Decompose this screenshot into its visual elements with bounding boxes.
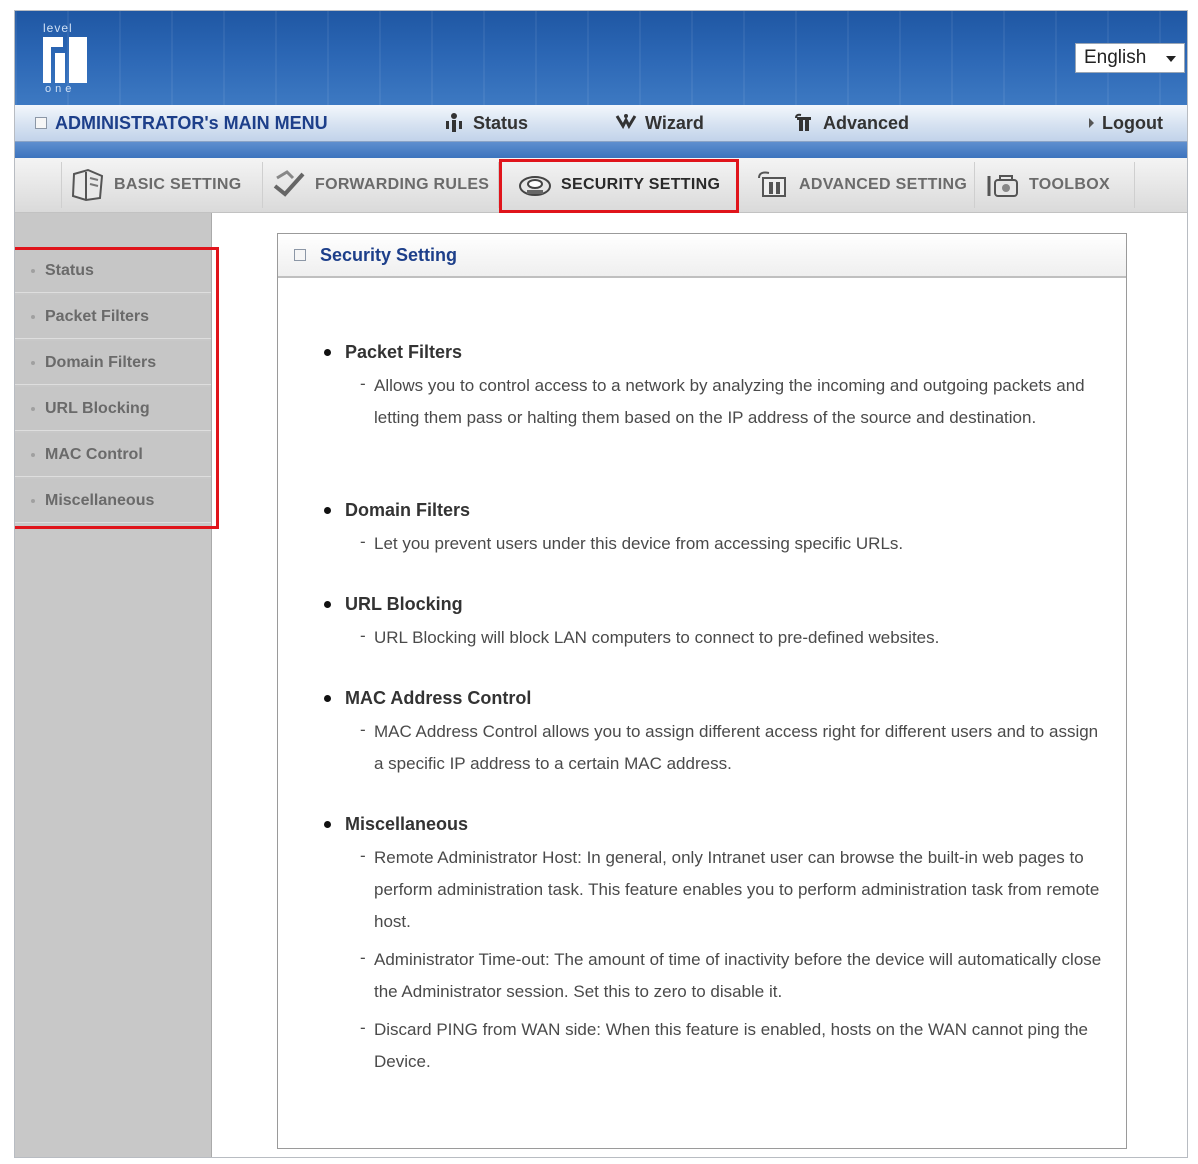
sidebar-item-label: URL Blocking (45, 399, 150, 417)
section-title: Miscellaneous (324, 810, 1104, 838)
section-description: Allows you to control access to a networ… (360, 368, 1104, 434)
tab-forwarding-rules[interactable]: FORWARDING RULES (263, 162, 499, 208)
sidebar-item-label: MAC Control (45, 445, 143, 463)
tab-advanced-setting-label: ADVANCED SETTING (799, 176, 968, 193)
sidebar-item-label: Miscellaneous (45, 491, 155, 509)
sidebar-item-domain-filters[interactable]: Domain Filters (15, 341, 211, 385)
panel-title: Security Setting (320, 244, 458, 265)
bullet-icon (324, 820, 331, 828)
sidebar-item-miscellaneous[interactable]: Miscellaneous (15, 479, 211, 523)
bullet-icon (31, 314, 35, 319)
settings-tab-bar: BASIC SETTING FORWARDING RULES SECURITY … (15, 158, 1187, 213)
bullet-icon (324, 694, 331, 702)
panel-header: Security Setting (278, 234, 1126, 278)
sidebar-item-label: Packet Filters (45, 307, 150, 325)
sidebar-item-packet-filters[interactable]: Packet Filters (15, 295, 211, 339)
menu-item-status-label: Status (473, 112, 529, 133)
logout-link[interactable]: Logout (1089, 105, 1163, 141)
section-description: Remote Administrator Host: In general, o… (360, 840, 1104, 938)
sidebar-item-url-blocking[interactable]: URL Blocking (15, 387, 211, 431)
security-icon (519, 176, 551, 196)
sidebar: Status Packet Filters Domain Filters URL… (15, 213, 212, 1157)
security-setting-panel: Security Setting Packet Filters Allows y… (277, 233, 1127, 1149)
tab-forwarding-rules-label: FORWARDING RULES (315, 176, 490, 193)
tab-toolbox[interactable]: TOOLBOX (977, 162, 1135, 208)
bullet-icon (31, 360, 35, 365)
notebook-icon (71, 168, 104, 202)
bullet-icon (31, 406, 35, 411)
router-admin-window: level one English ADMINISTRATOR's MAIN M… (14, 10, 1188, 1158)
advanced-setting-icon (758, 171, 786, 197)
forward-icon (273, 170, 305, 197)
bullet-icon (31, 452, 35, 457)
advanced-icon (795, 113, 811, 131)
toolbox-icon (987, 175, 1018, 197)
section-title-label: Packet Filters (345, 341, 463, 362)
menu-item-advanced[interactable]: Advanced (793, 105, 909, 141)
tab-security-setting[interactable]: SECURITY SETTING (509, 162, 737, 208)
main-menu-title: ADMINISTRATOR's MAIN MENU (35, 105, 328, 141)
section-title-label: MAC Address Control (345, 687, 532, 708)
menu-item-wizard-label: Wizard (645, 112, 704, 133)
tab-advanced-setting[interactable]: ADVANCED SETTING (747, 162, 975, 208)
logo-mark-icon (43, 37, 87, 83)
section-packet-filters: Packet Filters Allows you to control acc… (324, 338, 1104, 434)
chevron-down-icon (1166, 56, 1176, 62)
menu-square-icon (35, 117, 47, 129)
section-description: MAC Address Control allows you to assign… (360, 714, 1104, 780)
section-miscellaneous: Miscellaneous Remote Administrator Host:… (324, 810, 1104, 1078)
section-title: Domain Filters (324, 496, 1104, 524)
section-description: Discard PING from WAN side: When this fe… (360, 1012, 1104, 1078)
sidebar-item-label: Status (45, 261, 94, 279)
sidebar-item-label: Domain Filters (45, 353, 157, 371)
sidebar-item-status[interactable]: Status (15, 249, 211, 293)
tab-security-setting-label: SECURITY SETTING (561, 176, 721, 193)
bullet-icon (31, 268, 35, 273)
main-menu-title-label: ADMINISTRATOR's MAIN MENU (55, 112, 328, 133)
section-title-label: Domain Filters (345, 499, 471, 520)
menu-divider-strip (15, 142, 1187, 158)
language-select[interactable]: English (1075, 43, 1185, 73)
main-menu-bar: ADMINISTRATOR's MAIN MENU Status Wizard (15, 105, 1187, 142)
status-icon (446, 113, 462, 132)
logout-label: Logout (1102, 112, 1163, 133)
section-description: URL Blocking will block LAN computers to… (360, 620, 1104, 654)
bullet-icon (324, 600, 331, 608)
menu-item-wizard[interactable]: Wizard (615, 105, 704, 141)
panel-square-icon (294, 249, 306, 261)
section-description: Administrator Time-out: The amount of ti… (360, 942, 1104, 1008)
wizard-icon (615, 114, 637, 130)
logo-word-bottom: one (45, 83, 76, 95)
bullet-icon (31, 498, 35, 503)
sidebar-item-mac-control[interactable]: MAC Control (15, 433, 211, 477)
header-banner: level one English (15, 11, 1187, 105)
language-select-value: English (1084, 47, 1147, 68)
menu-item-advanced-label: Advanced (823, 112, 910, 133)
tab-basic-setting[interactable]: BASIC SETTING (61, 162, 263, 208)
tab-toolbox-label: TOOLBOX (1029, 176, 1110, 193)
tab-basic-setting-label: BASIC SETTING (114, 176, 242, 193)
arrow-right-icon (1089, 118, 1094, 128)
levelone-logo: level one (41, 21, 95, 97)
section-description: Let you prevent users under this device … (360, 526, 1104, 560)
section-title: Packet Filters (324, 338, 1104, 366)
section-title-label: URL Blocking (345, 593, 463, 614)
bullet-icon (324, 348, 331, 356)
section-domain-filters: Domain Filters Let you prevent users und… (324, 496, 1104, 560)
logo-word-top: level (43, 21, 73, 35)
bullet-icon (324, 506, 331, 514)
section-title: URL Blocking (324, 590, 1104, 618)
section-title: MAC Address Control (324, 684, 1104, 712)
menu-item-status[interactable]: Status (443, 105, 528, 141)
section-title-label: Miscellaneous (345, 813, 469, 834)
section-url-blocking: URL Blocking URL Blocking will block LAN… (324, 590, 1104, 654)
section-mac-address-control: MAC Address Control MAC Address Control … (324, 684, 1104, 780)
